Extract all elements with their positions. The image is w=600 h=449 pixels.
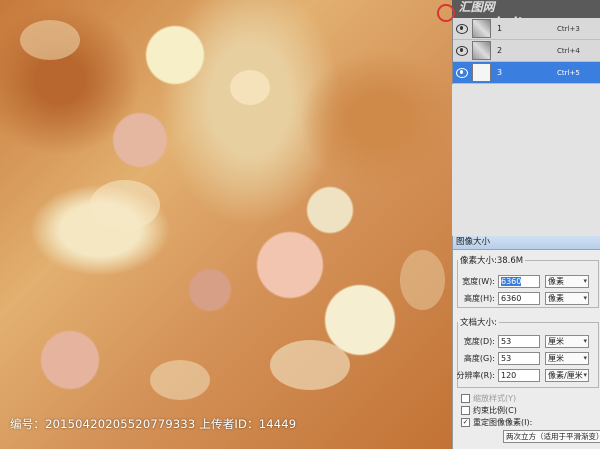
doc-width-input[interactable]: 53 [498, 335, 540, 348]
doc-width-label: 宽度(D): [463, 337, 495, 346]
doc-width-unit-select[interactable]: 厘米 [545, 335, 589, 348]
constrain-label: 约束比例(C) [473, 406, 517, 415]
pixel-width-unit-select[interactable]: 像素 [545, 275, 589, 288]
flower-decoration [90, 180, 160, 230]
layer-thumbnail [472, 19, 491, 38]
layer-row-2[interactable]: 2 Ctrl+4 [453, 40, 600, 62]
visibility-eye-icon[interactable] [456, 67, 468, 78]
doc-height-unit-select[interactable]: 厘米 [545, 352, 589, 365]
pixel-height-row: 高度(H): 6360 像素 [455, 292, 589, 305]
layer-row-3[interactable]: 3 Ctrl+5 [453, 62, 600, 84]
resample-checkbox[interactable]: ✓ 重定图像像素(I): [461, 417, 532, 428]
flower-decoration [270, 340, 350, 390]
pixel-width-row: 宽度(W): 6360 像素 [455, 275, 589, 288]
flower-decoration [20, 20, 80, 60]
doc-height-input[interactable]: 53 [498, 352, 540, 365]
image-canvas[interactable]: 编号：20150420205520779333 上传者ID：14449 [0, 0, 452, 449]
visibility-eye-icon[interactable] [456, 23, 468, 34]
visibility-eye-icon[interactable] [456, 45, 468, 56]
layer-name: 2 [497, 46, 503, 55]
flower-decoration [150, 360, 210, 400]
doc-height-row: 高度(G): 53 厘米 [455, 352, 589, 365]
resolution-input[interactable]: 120 [498, 369, 540, 382]
constrain-proportions-checkbox[interactable]: 约束比例(C) [461, 405, 517, 416]
layer-name: 3 [497, 68, 503, 77]
image-size-dialog: 图像大小 像素大小:38.6M 宽度(W): 6360 像素 高度(H): 63… [452, 236, 600, 449]
layer-thumbnail [472, 63, 491, 82]
layers-panel: 1 Ctrl+3 2 Ctrl+4 3 Ctrl+5 [452, 18, 600, 84]
pixel-width-value: 6360 [501, 277, 522, 286]
flower-decoration [400, 250, 445, 310]
scale-styles-label: 缩放样式(Y) [473, 394, 517, 403]
pixel-height-unit-select[interactable]: 像素 [545, 292, 589, 305]
pixel-height-label: 高度(H): [464, 294, 495, 303]
dialog-title: 图像大小 [453, 236, 600, 250]
pixel-dimensions-legend: 像素大小:38.6M [460, 256, 524, 266]
resolution-unit-select[interactable]: 像素/厘米 [545, 369, 589, 382]
scale-styles-checkbox[interactable]: 缩放样式(Y) [461, 393, 516, 404]
pixel-height-input[interactable]: 6360 [498, 292, 540, 305]
layer-shortcut: Ctrl+4 [557, 46, 580, 55]
pixel-width-input[interactable]: 6360 [498, 275, 540, 288]
resolution-label: 分辨率(R): [456, 371, 496, 380]
pixel-width-label: 宽度(W): [462, 277, 495, 286]
layer-thumbnail [472, 41, 491, 60]
doc-height-label: 高度(G): [463, 354, 495, 363]
layer-shortcut: Ctrl+5 [557, 68, 580, 77]
layer-row-1[interactable]: 1 Ctrl+3 [453, 18, 600, 40]
flower-decoration [230, 70, 270, 105]
watermark-text: 编号：20150420205520779333 上传者ID：14449 [10, 417, 297, 431]
doc-width-row: 宽度(D): 53 厘米 [455, 335, 589, 348]
checkbox-box [461, 406, 470, 415]
checkbox-checked-icon: ✓ [461, 418, 470, 427]
layer-shortcut: Ctrl+3 [557, 24, 580, 33]
resample-method-select[interactable]: 两次立方（适用于平滑渐变） [503, 430, 600, 443]
panel-empty-area [452, 84, 600, 236]
document-size-legend: 文档大小: [460, 318, 497, 328]
resample-label: 重定图像像素(I): [473, 418, 533, 427]
layer-name: 1 [497, 24, 503, 33]
checkbox-box [461, 394, 470, 403]
resolution-row: 分辨率(R): 120 像素/厘米 [455, 369, 589, 382]
